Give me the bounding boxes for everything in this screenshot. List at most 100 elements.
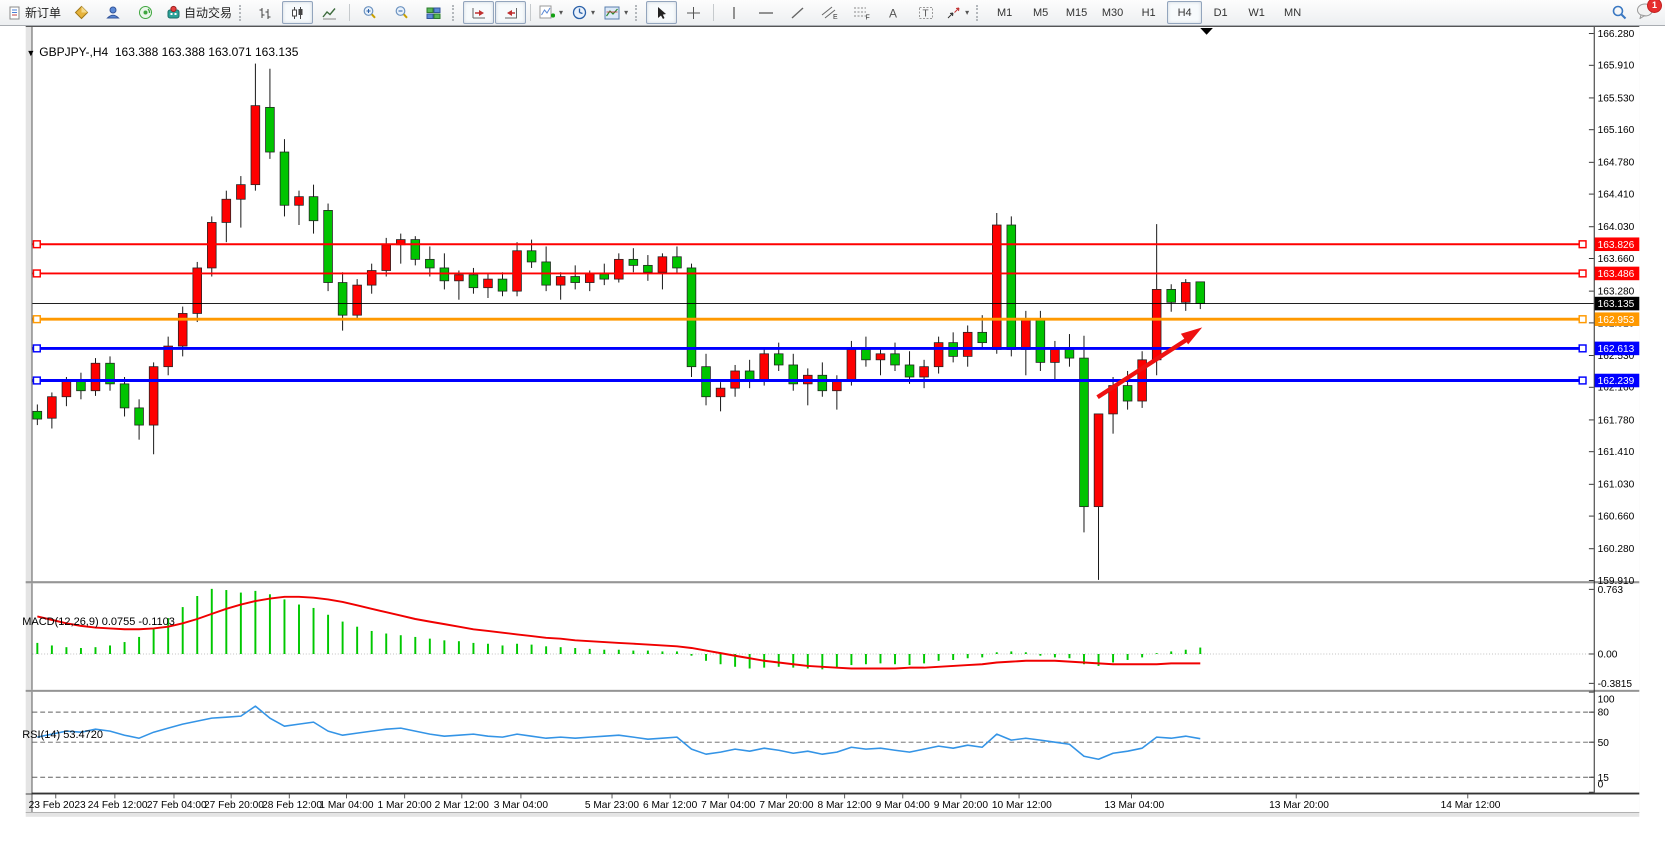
chart-type-line-button[interactable] (314, 1, 345, 24)
chart-type-candles-button[interactable] (282, 1, 313, 24)
candle (760, 354, 769, 380)
toolbar-separator (713, 4, 714, 21)
market-button[interactable] (66, 1, 97, 24)
signals-icon (138, 5, 153, 20)
fibonacci-button[interactable]: F (846, 1, 877, 24)
chart-area[interactable]: 166.280165.910165.530165.160164.780164.4… (0, 26, 1665, 842)
price-tick-label: 160.660 (1598, 511, 1635, 522)
vertical-line-button[interactable] (718, 1, 749, 24)
candle (324, 210, 333, 282)
price-tick-label: 161.780 (1598, 415, 1635, 426)
line-handle-left[interactable] (33, 345, 40, 352)
periods-button[interactable]: ▾ (568, 1, 599, 24)
timeframe-m15-button[interactable]: M15 (1059, 1, 1094, 24)
fibonacci-icon: F (853, 5, 870, 20)
candle (891, 354, 900, 365)
candle (48, 397, 57, 418)
timeframe-h4-button[interactable]: H4 (1167, 1, 1202, 24)
crosshair-button[interactable] (678, 1, 709, 24)
arrows-button[interactable]: ▾ (942, 1, 973, 24)
timeframe-m1-button[interactable]: M1 (987, 1, 1022, 24)
line-handle-left[interactable] (33, 377, 40, 384)
horizontal-line-button[interactable] (750, 1, 781, 24)
rsi-pane-label: RSI(14) 53.4720 (10, 717, 103, 753)
timeframe-m30-button[interactable]: M30 (1095, 1, 1130, 24)
line-handle-right[interactable] (1579, 270, 1586, 277)
rsi-tick-label: 100 (1598, 694, 1615, 705)
zoom-out-button[interactable] (386, 1, 417, 24)
new-order-label: 新订单 (25, 4, 61, 21)
line-handle-left[interactable] (33, 270, 40, 277)
price-tick-label: 165.160 (1598, 125, 1635, 136)
symbol-period-label: GBPJPY-,H4 (39, 45, 108, 59)
line-handle-right[interactable] (1579, 316, 1586, 323)
timeframe-d1-button[interactable]: D1 (1203, 1, 1238, 24)
chart-title: ▼GBPJPY-,H4 163.388 163.388 163.071 163.… (13, 31, 298, 73)
candle (934, 343, 943, 367)
rsi-tick-label: 0 (1598, 780, 1604, 791)
candle (1181, 283, 1190, 303)
contacts-button[interactable] (98, 1, 129, 24)
indicators-icon (539, 5, 555, 20)
auto-scroll-icon (471, 6, 487, 20)
timeframe-w1-button[interactable]: W1 (1239, 1, 1274, 24)
templates-button[interactable]: ▾ (600, 1, 632, 24)
text-button[interactable]: A (878, 1, 909, 24)
line-handle-left[interactable] (33, 241, 40, 248)
timeframe-m5-button[interactable]: M5 (1023, 1, 1058, 24)
auto-scroll-button[interactable] (463, 1, 494, 24)
zoom-out-icon (394, 5, 409, 20)
toolbar-grip (239, 5, 245, 21)
candle (963, 332, 972, 356)
line-handle-right[interactable] (1579, 241, 1586, 248)
candle (513, 251, 522, 291)
candle (745, 371, 754, 380)
time-tick-label: 14 Mar 12:00 (1441, 800, 1501, 811)
cursor-button[interactable] (646, 1, 677, 24)
candle (585, 274, 594, 283)
chart-canvas[interactable]: 166.280165.910165.530165.160164.780164.4… (0, 26, 1665, 842)
notification-badge: 1 (1647, 0, 1662, 13)
line-handle-right[interactable] (1579, 377, 1586, 384)
price-tag-label: 163.135 (1598, 299, 1635, 310)
chat-button[interactable]: 1 (1636, 2, 1655, 24)
price-tick-label: 165.910 (1598, 61, 1635, 72)
chart-type-bars-button[interactable] (250, 1, 281, 24)
time-tick-label: 28 Feb 12:00 (262, 800, 322, 811)
rsi-tick-label: 80 (1598, 708, 1610, 719)
candle (978, 332, 987, 342)
contacts-icon (106, 5, 121, 20)
text-label-button[interactable]: T (910, 1, 941, 24)
time-tick-label: 1 Mar 04:00 (319, 800, 374, 811)
vertical-line-icon (729, 6, 739, 20)
line-handle-right[interactable] (1579, 345, 1586, 352)
auto-trading-button[interactable]: 自动交易 (162, 1, 236, 24)
tile-windows-button[interactable] (418, 1, 449, 24)
indicators-button[interactable]: ▾ (535, 1, 567, 24)
time-tick-label: 13 Mar 20:00 (1269, 800, 1329, 811)
candle (455, 275, 464, 281)
timeframe-mn-button[interactable]: MN (1275, 1, 1310, 24)
timeframe-h1-button[interactable]: H1 (1131, 1, 1166, 24)
candle (266, 107, 275, 152)
zoom-in-button[interactable] (354, 1, 385, 24)
signals-button[interactable] (130, 1, 161, 24)
toolbar-separator (349, 4, 350, 21)
symbol-collapse-icon[interactable]: ▼ (26, 48, 35, 58)
chart-shift-button[interactable] (495, 1, 526, 24)
candle (309, 197, 318, 221)
candle (644, 265, 653, 272)
trendline-button[interactable] (782, 1, 813, 24)
candle (1196, 282, 1205, 304)
search-button[interactable] (1604, 1, 1635, 24)
price-tag-label: 162.613 (1598, 344, 1635, 355)
equidistant-channel-button[interactable]: E (814, 1, 845, 24)
candle (425, 259, 434, 268)
new-order-button[interactable]: 新订单 (4, 1, 65, 24)
line-handle-left[interactable] (33, 316, 40, 323)
svg-text:F: F (866, 15, 870, 21)
macd-tick-label: -0.3815 (1598, 679, 1633, 690)
candle (774, 354, 783, 365)
tile-windows-icon (426, 6, 441, 20)
candle (1123, 386, 1132, 401)
